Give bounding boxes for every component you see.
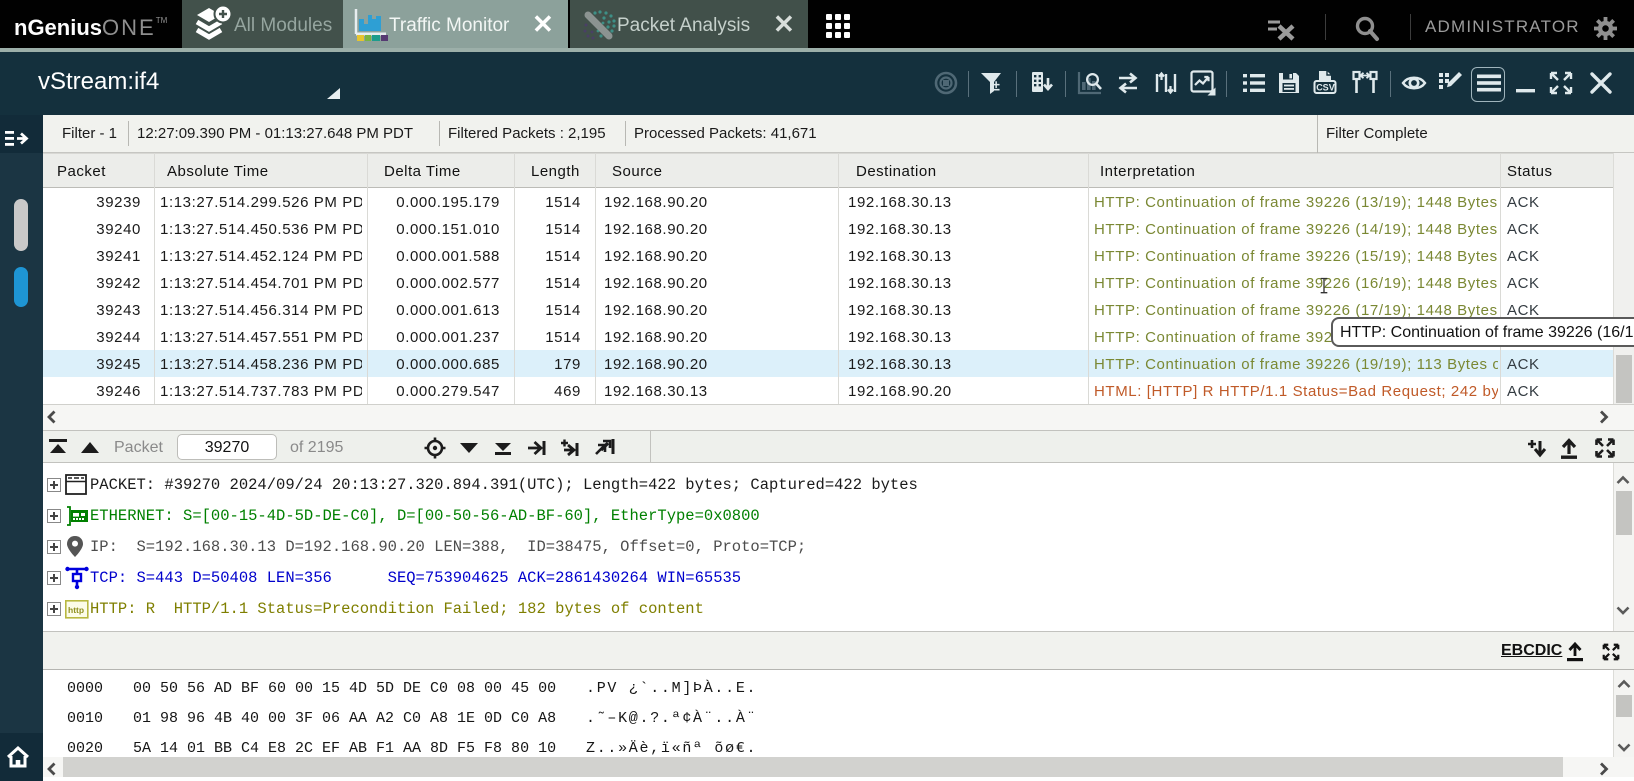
svg-text:CSV: CSV [1316, 83, 1335, 93]
svg-text:http: http [68, 605, 84, 615]
